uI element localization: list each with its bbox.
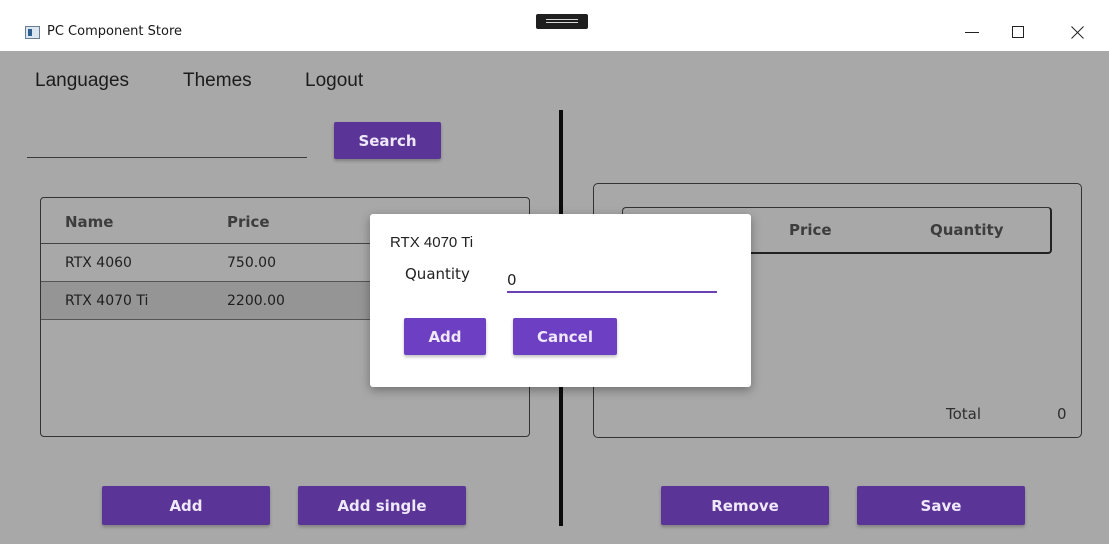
app-icon: [25, 26, 40, 39]
product-name: RTX 4070 Ti: [65, 293, 149, 309]
minimize-icon: [965, 31, 979, 33]
dialog-title: RTX 4070 Ti: [390, 234, 474, 251]
product-price: 750.00: [227, 255, 276, 271]
add-button[interactable]: Add: [102, 486, 270, 525]
dialog-cancel-button[interactable]: Cancel: [513, 318, 617, 355]
close-button[interactable]: [1057, 18, 1097, 46]
save-button[interactable]: Save: [857, 486, 1025, 525]
maximize-button[interactable]: [998, 18, 1038, 46]
search-button[interactable]: Search: [334, 122, 441, 159]
quantity-input[interactable]: [507, 268, 717, 293]
cart-column-quantity[interactable]: Quantity: [930, 221, 1004, 239]
menu-themes[interactable]: Themes: [183, 70, 252, 92]
quantity-label: Quantity: [405, 265, 470, 283]
total-value: 0: [1057, 405, 1067, 423]
cart-column-price[interactable]: Price: [789, 221, 832, 239]
maximize-icon: [1012, 26, 1024, 38]
window-title: PC Component Store: [47, 24, 183, 39]
title-bar: PC Component Store: [0, 0, 1109, 51]
quantity-dialog: RTX 4070 Ti Quantity Add Cancel: [370, 214, 751, 387]
menu-languages[interactable]: Languages: [35, 70, 129, 92]
close-icon: [1070, 25, 1084, 39]
product-name: RTX 4060: [65, 255, 132, 271]
search-input[interactable]: [27, 157, 307, 158]
product-price: 2200.00: [227, 293, 285, 309]
drag-handle-icon[interactable]: [536, 14, 588, 29]
remove-button[interactable]: Remove: [661, 486, 829, 525]
total-label: Total: [946, 405, 982, 423]
minimize-button[interactable]: [952, 18, 992, 46]
add-single-button[interactable]: Add single: [298, 486, 466, 525]
column-price[interactable]: Price: [227, 213, 270, 231]
menu-logout[interactable]: Logout: [305, 70, 363, 92]
dialog-add-button[interactable]: Add: [404, 318, 486, 355]
column-name[interactable]: Name: [65, 213, 113, 231]
